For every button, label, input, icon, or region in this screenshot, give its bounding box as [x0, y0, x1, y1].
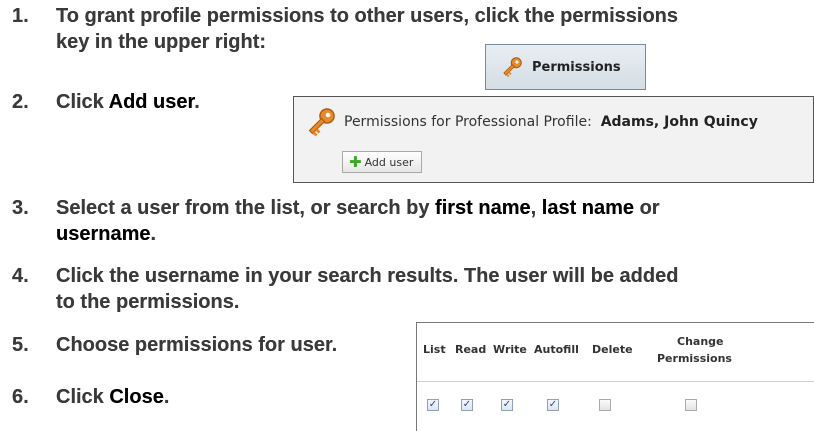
- column-header-delete: Delete: [592, 343, 633, 356]
- key-icon: [308, 108, 335, 137]
- step-5: 5. Choose permissions for user.: [12, 334, 338, 356]
- profile-name: Adams, John Quincy: [600, 114, 758, 130]
- permissions-panel: Permissions for Professional Profile: Ad…: [293, 96, 814, 183]
- checkbox-read[interactable]: ✓: [461, 399, 473, 411]
- checkbox-delete[interactable]: [599, 399, 611, 411]
- step-4: 4. Click the username in your search resu…: [12, 265, 679, 287]
- checkbox-autofill[interactable]: ✓: [547, 399, 559, 411]
- checkbox-list[interactable]: ✓: [427, 399, 439, 411]
- checkbox-write[interactable]: ✓: [501, 399, 513, 411]
- add-user-button[interactable]: ✚ Add user: [342, 151, 422, 173]
- step-6: 6. Click Close.: [12, 386, 170, 408]
- plus-icon: ✚: [349, 153, 362, 171]
- step-1-continued: key in the upper right:: [56, 31, 267, 53]
- key-icon: [503, 57, 522, 78]
- permissions-table: List Read Write Autofill Delete Change P…: [416, 322, 814, 431]
- step-3: 3. Select a user from the list, or search…: [12, 197, 660, 219]
- column-header-list: List: [423, 343, 446, 356]
- column-header-read: Read: [455, 343, 487, 356]
- column-header-change: Change: [677, 335, 724, 348]
- permissions-table-header: List Read Write Autofill Delete Change P…: [417, 323, 814, 382]
- column-header-write: Write: [493, 343, 527, 356]
- step-1: 1. To grant profile permissions to other …: [12, 5, 679, 27]
- permissions-button-label: Permissions: [532, 59, 621, 75]
- permissions-button[interactable]: Permissions: [485, 44, 646, 90]
- step-3-continued: username.: [56, 223, 157, 245]
- step-4-continued: to the permissions.: [56, 291, 240, 313]
- panel-title: Permissions for Professional Profile: Ad…: [344, 114, 758, 130]
- column-header-permissions: Permissions: [657, 352, 732, 365]
- step-2: 2. Click Add user.: [12, 91, 200, 113]
- column-header-autofill: Autofill: [534, 343, 579, 356]
- checkbox-change-permissions[interactable]: [685, 399, 697, 411]
